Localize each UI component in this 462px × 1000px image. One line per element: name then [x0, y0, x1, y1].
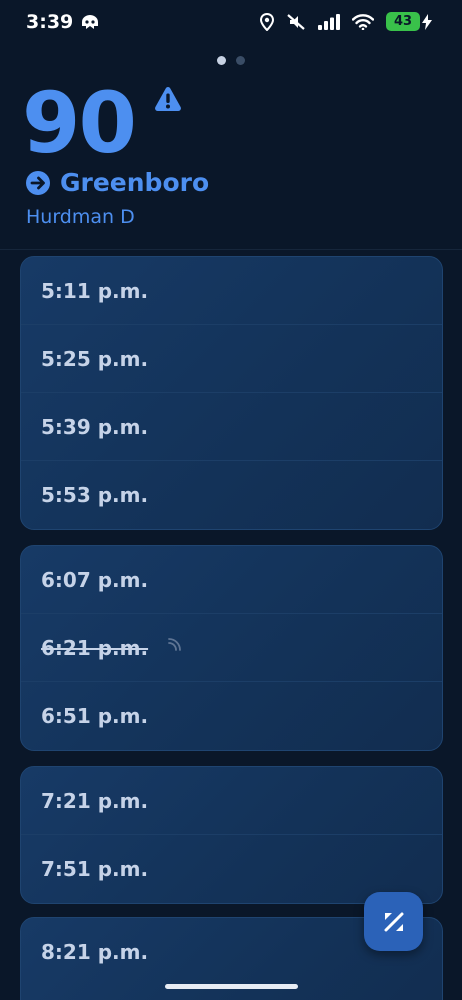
charging-bolt-icon	[422, 13, 432, 30]
location-icon	[260, 12, 274, 31]
page-indicator[interactable]	[0, 56, 462, 65]
silent-mode-icon	[287, 13, 305, 30]
departure-time: 6:51 p.m.	[41, 704, 149, 728]
battery-level: 43	[386, 12, 420, 31]
percent-transit-icon	[384, 912, 403, 931]
schedule-group-2: 6:07 p.m. 6:21 p.m. 6:51 p.m.	[20, 545, 443, 751]
direction-row: Greenboro	[26, 168, 209, 197]
stop-name: Hurdman D	[26, 206, 135, 228]
cellular-signal-icon	[318, 13, 340, 30]
departure-time: 7:21 p.m.	[41, 788, 149, 813]
departure-row[interactable]: 5:53 p.m.	[21, 461, 442, 529]
departure-time: 6:21 p.m.	[41, 635, 149, 660]
arrow-right-circle-icon	[26, 170, 50, 195]
destination-name: Greenboro	[60, 168, 210, 197]
departure-row[interactable]: 5:25 p.m.	[21, 325, 442, 393]
transit-fab-button[interactable]	[364, 892, 423, 951]
departure-row[interactable]: 7:21 p.m.	[21, 767, 442, 835]
status-bar: 3:39 43	[0, 0, 462, 46]
departure-time: 7:51 p.m.	[41, 857, 149, 881]
departure-row[interactable]: 5:39 p.m.	[21, 393, 442, 461]
app-screen: 3:39 43 90 Greenboro Hurdman D 5:11 p.m.…	[0, 0, 462, 1000]
departure-row[interactable]: 5:11 p.m.	[21, 257, 442, 325]
departure-time: 5:25 p.m.	[41, 346, 149, 371]
departure-time: 5:39 p.m.	[41, 414, 149, 439]
alert-triangle-icon[interactable]	[154, 86, 182, 112]
departure-time: 6:07 p.m.	[41, 567, 149, 592]
page-dot-1[interactable]	[217, 56, 226, 65]
wifi-icon	[352, 13, 374, 30]
departure-row[interactable]: 6:07 p.m.	[21, 546, 442, 614]
status-time: 3:39	[26, 11, 74, 33]
route-number: 90	[22, 74, 137, 172]
departure-row[interactable]: 6:51 p.m.	[21, 682, 442, 750]
schedule-group-1: 5:11 p.m. 5:25 p.m. 5:39 p.m. 5:53 p.m.	[20, 256, 443, 530]
status-icons: 43	[260, 12, 432, 31]
departure-row-cancelled[interactable]: 6:21 p.m.	[21, 614, 442, 682]
departure-time: 5:53 p.m.	[41, 483, 149, 507]
realtime-signal-icon	[168, 638, 181, 651]
home-indicator[interactable]	[165, 984, 298, 989]
departure-time: 5:11 p.m.	[41, 278, 149, 303]
battery-indicator: 43	[386, 12, 432, 31]
carplay-icon	[82, 15, 98, 29]
schedule-group-3: 7:21 p.m. 7:51 p.m.	[20, 766, 443, 904]
departure-time: 8:21 p.m.	[41, 940, 149, 964]
page-dot-2[interactable]	[236, 56, 245, 65]
route-header: 90 Greenboro Hurdman D	[0, 70, 462, 250]
